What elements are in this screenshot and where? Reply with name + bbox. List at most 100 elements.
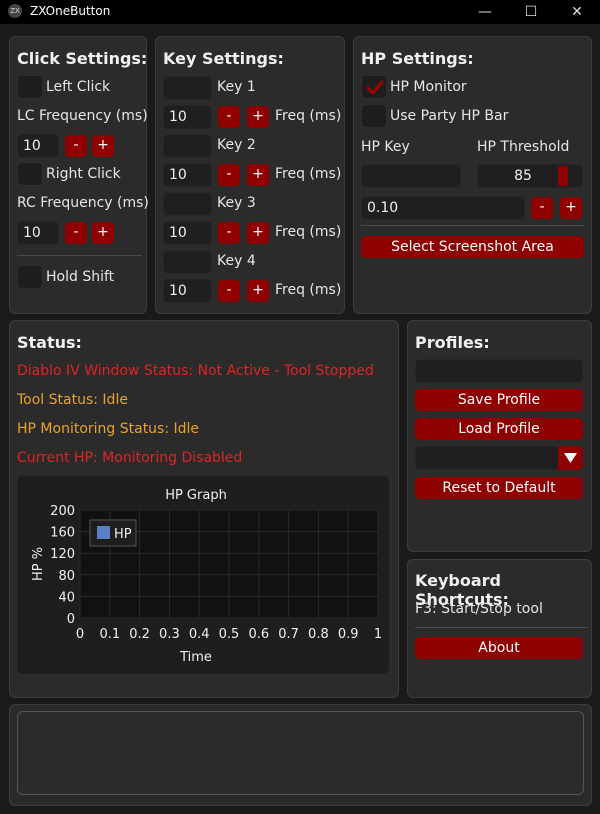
legend-swatch [97, 526, 110, 539]
left-click-label: Left Click [46, 79, 111, 95]
rc-frequency-decrement-button[interactable]: - [65, 222, 87, 244]
maximize-icon[interactable]: ☐ [508, 0, 554, 24]
key-3-frequency-input[interactable]: 10 [163, 221, 212, 245]
left-click-checkbox[interactable] [17, 75, 43, 99]
key-1-label: Key 1 [217, 79, 256, 95]
key-4-decrement-button[interactable]: - [218, 280, 240, 302]
key-3-label: Key 3 [217, 195, 256, 211]
key-3-freq-label: Freq (ms) [275, 224, 342, 240]
right-click-checkbox[interactable] [17, 162, 43, 186]
checkmark-icon [366, 80, 384, 95]
shortcut-f3-text: F3: Start/Stop tool [415, 601, 543, 617]
window-title: ZXOneButton [30, 4, 111, 18]
load-profile-button[interactable]: Load Profile [415, 418, 583, 440]
divider [415, 627, 588, 628]
y-axis-label: HP % [31, 547, 46, 581]
divider [361, 225, 585, 226]
hp-key-label: HP Key [361, 139, 410, 155]
diablo-window-status: Diablo IV Window Status: Not Active - To… [17, 363, 374, 379]
key-4-freq-label: Freq (ms) [275, 282, 342, 298]
log-textbox[interactable] [17, 711, 584, 795]
hp-monitor-checkbox[interactable] [361, 75, 387, 99]
key-3-input[interactable] [163, 192, 212, 216]
y-tick-label: 80 [58, 569, 75, 584]
key-2-frequency-input[interactable]: 10 [163, 163, 212, 187]
key-1-freq-label: Freq (ms) [275, 108, 342, 124]
hp-graph-panel: 0 0.1 0.2 0.3 0.4 0.5 0.6 0.7 0.8 0.9 1 0 40 80 120 160… [17, 476, 389, 674]
x-tick-label: 0.8 [308, 627, 329, 642]
x-tick-label: 0 [76, 627, 84, 642]
hp-threshold-slider-handle[interactable] [558, 166, 568, 186]
chart-title: HP Graph [165, 488, 227, 503]
x-tick-label: 0.6 [248, 627, 269, 642]
key-4-increment-button[interactable]: + [247, 280, 269, 302]
reset-to-default-button[interactable]: Reset to Default [415, 477, 583, 499]
key-4-frequency-input[interactable]: 10 [163, 279, 212, 303]
profiles-title: Profiles: [415, 333, 490, 352]
rc-frequency-input[interactable]: 10 [17, 221, 59, 245]
use-party-hp-bar-checkbox[interactable] [361, 104, 387, 128]
x-tick-label: 0.2 [129, 627, 150, 642]
key-3-decrement-button[interactable]: - [218, 222, 240, 244]
hold-shift-label: Hold Shift [46, 269, 115, 285]
key-3-increment-button[interactable]: + [247, 222, 269, 244]
profile-name-input[interactable] [415, 359, 583, 383]
select-screenshot-area-button[interactable]: Select Screenshot Area [361, 236, 584, 258]
rc-frequency-increment-button[interactable]: + [92, 222, 114, 244]
chevron-down-icon [564, 453, 577, 463]
hp-step-increment-button[interactable]: + [560, 197, 582, 219]
hp-settings-title: HP Settings: [361, 49, 474, 68]
y-tick-label: 160 [50, 526, 75, 541]
status-title: Status: [17, 333, 82, 352]
save-profile-button[interactable]: Save Profile [415, 389, 583, 411]
hp-step-input[interactable]: 0.10 [361, 196, 525, 220]
key-2-label: Key 2 [217, 137, 256, 153]
app-icon: ZX [8, 4, 22, 18]
x-tick-label: 0.9 [338, 627, 359, 642]
use-party-hp-bar-label: Use Party HP Bar [390, 108, 509, 124]
rc-frequency-label: RC Frequency (ms) [17, 195, 149, 211]
key-1-increment-button[interactable]: + [247, 106, 269, 128]
minimize-icon[interactable]: — [462, 0, 508, 24]
hp-monitor-label: HP Monitor [390, 79, 467, 95]
click-settings-title: Click Settings: [17, 49, 148, 68]
y-tick-label: 0 [67, 612, 75, 627]
key-2-freq-label: Freq (ms) [275, 166, 342, 182]
x-tick-label: 0.1 [99, 627, 120, 642]
divider [17, 255, 142, 256]
y-tick-label: 120 [50, 547, 75, 562]
key-1-frequency-input[interactable]: 10 [163, 105, 212, 129]
legend-label: HP [114, 527, 132, 542]
key-4-label: Key 4 [217, 253, 256, 269]
key-2-input[interactable] [163, 134, 212, 158]
key-4-input[interactable] [163, 250, 212, 274]
x-tick-label: 0.5 [219, 627, 240, 642]
x-tick-label: 0.3 [159, 627, 180, 642]
lc-frequency-label: LC Frequency (ms) [17, 108, 148, 124]
x-tick-label: 0.4 [189, 627, 210, 642]
y-tick-label: 40 [58, 590, 75, 605]
right-click-label: Right Click [46, 166, 121, 182]
hp-key-input[interactable] [361, 164, 461, 188]
tool-status: Tool Status: Idle [17, 392, 128, 408]
x-tick-label: 0.7 [278, 627, 299, 642]
lc-frequency-increment-button[interactable]: + [92, 135, 114, 157]
hp-threshold-label: HP Threshold [477, 139, 570, 155]
key-2-decrement-button[interactable]: - [218, 164, 240, 186]
lc-frequency-input[interactable]: 10 [17, 134, 59, 158]
hp-monitoring-status: HP Monitoring Status: Idle [17, 421, 200, 437]
hp-threshold-value: 85 [514, 168, 532, 184]
key-1-decrement-button[interactable]: - [218, 106, 240, 128]
hp-step-decrement-button[interactable]: - [531, 197, 553, 219]
y-tick-label: 200 [50, 504, 75, 519]
close-icon[interactable]: ✕ [554, 0, 600, 24]
key-1-input[interactable] [163, 76, 212, 100]
current-hp-status: Current HP: Monitoring Disabled [17, 450, 243, 466]
about-button[interactable]: About [415, 637, 583, 659]
lc-frequency-decrement-button[interactable]: - [65, 135, 87, 157]
x-tick-label: 1 [374, 627, 382, 642]
hp-graph: 0 0.1 0.2 0.3 0.4 0.5 0.6 0.7 0.8 0.9 1 0 40 80 120 160… [31, 488, 382, 665]
dropdown-arrow-button[interactable] [558, 446, 583, 470]
key-2-increment-button[interactable]: + [247, 164, 269, 186]
hold-shift-checkbox[interactable] [17, 265, 43, 289]
